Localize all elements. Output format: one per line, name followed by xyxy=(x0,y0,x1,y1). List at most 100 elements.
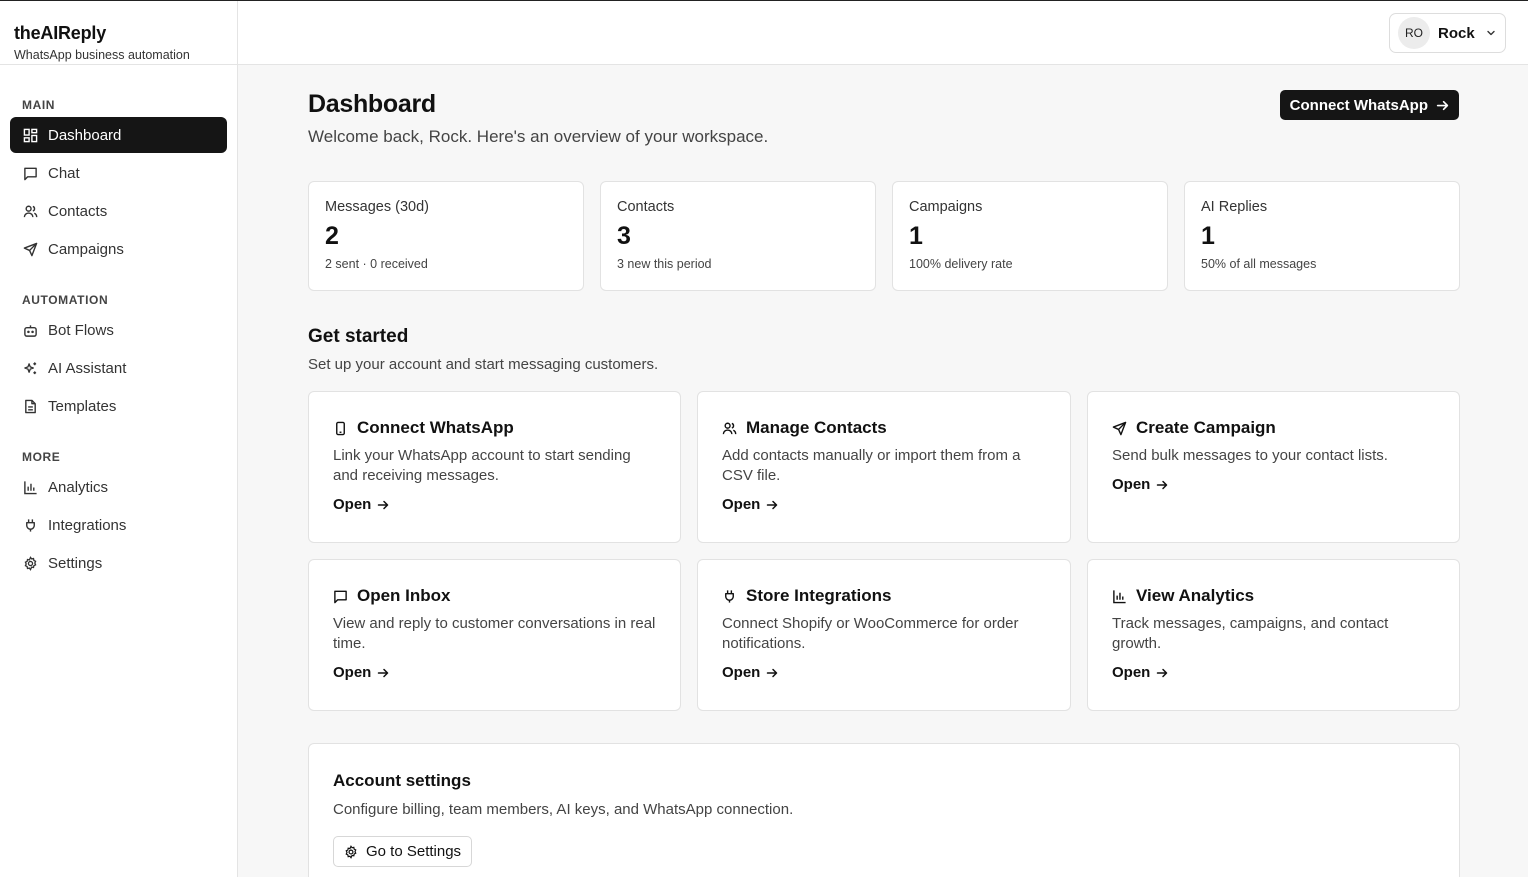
sidebar: theAIReply WhatsApp business automation … xyxy=(0,1,238,877)
sidebar-item-label: Chat xyxy=(48,164,80,182)
card-description: Connect Shopify or WooCommerce for order… xyxy=(722,615,1019,652)
open-link[interactable]: Open xyxy=(333,664,389,681)
card-create-campaign: Create Campaign Send bulk messages to yo… xyxy=(1087,391,1460,543)
section-label-more: MORE xyxy=(22,450,61,464)
card-store-integrations: Store Integrations Connect Shopify or Wo… xyxy=(697,559,1071,711)
sidebar-item-label: Bot Flows xyxy=(48,321,114,339)
phone-icon xyxy=(333,420,349,436)
plug-icon xyxy=(22,517,38,533)
avatar: RO xyxy=(1398,17,1430,49)
arrow-right-icon xyxy=(378,668,389,677)
stat-value: 3 xyxy=(617,222,631,250)
stat-note: 50% of all messages xyxy=(1201,257,1317,271)
stat-note: 2 sent · 0 received xyxy=(325,257,428,271)
sidebar-item-label: Analytics xyxy=(48,478,109,496)
section-label-main: MAIN xyxy=(22,98,56,112)
stat-card-ai-replies: AI Replies 1 50% of all messages xyxy=(1184,181,1460,291)
card-manage-contacts: Manage Contacts Add contacts manually or… xyxy=(697,391,1071,543)
sidebar-item-templates[interactable]: Templates xyxy=(10,388,227,424)
stats-row: Messages (30d) 2 2 sent · 0 received Con… xyxy=(308,181,1460,291)
open-link[interactable]: Open xyxy=(722,496,778,513)
open-link[interactable]: Open xyxy=(1112,476,1168,493)
stat-value: 1 xyxy=(909,222,923,250)
sidebar-item-chat[interactable]: Chat xyxy=(10,155,227,191)
account-settings-card: Account settings Configure billing, team… xyxy=(308,743,1460,877)
stat-label: AI Replies xyxy=(1201,199,1268,215)
open-link-label: Open xyxy=(1112,476,1151,493)
sidebar-item-ai-assistant[interactable]: AI Assistant xyxy=(10,350,227,386)
card-open-inbox: Open Inbox View and reply to customer co… xyxy=(308,559,681,711)
go-to-settings-button[interactable]: Go to Settings xyxy=(333,836,473,867)
open-link[interactable]: Open xyxy=(333,496,389,513)
open-link[interactable]: Open xyxy=(722,664,778,681)
arrow-right-icon xyxy=(1157,480,1168,489)
bot-icon xyxy=(22,322,38,338)
sidebar-item-label: Integrations xyxy=(48,516,127,534)
chevron-down-icon xyxy=(1486,30,1495,36)
sidebar-item-integrations[interactable]: Integrations xyxy=(10,507,227,543)
user-menu-button[interactable]: RO Rock xyxy=(1389,13,1506,53)
bar-chart-icon xyxy=(1112,588,1128,604)
plug-icon xyxy=(722,588,738,604)
connect-whatsapp-label: Connect WhatsApp xyxy=(1289,96,1428,114)
arrow-right-icon xyxy=(1157,668,1168,677)
send-icon xyxy=(22,241,38,257)
stat-label: Messages (30d) xyxy=(325,199,429,215)
card-title: Store Integrations xyxy=(746,586,892,605)
grid-icon xyxy=(22,127,38,143)
sidebar-nav: MAIN Dashboard Chat Contacts Campaigns A… xyxy=(0,98,237,581)
user-name: Rock xyxy=(1438,24,1475,42)
sidebar-item-analytics[interactable]: Analytics xyxy=(10,469,227,505)
arrow-right-icon xyxy=(1436,100,1449,110)
card-view-analytics: View Analytics Track messages, campaigns… xyxy=(1087,559,1460,711)
sidebar-item-dashboard[interactable]: Dashboard xyxy=(10,117,227,153)
sidebar-item-label: Dashboard xyxy=(48,126,122,144)
sidebar-item-contacts[interactable]: Contacts xyxy=(10,193,227,229)
stat-note: 3 new this period xyxy=(617,257,712,271)
gear-icon xyxy=(22,555,38,571)
sidebar-item-label: Campaigns xyxy=(48,240,124,258)
open-link[interactable]: Open xyxy=(1112,664,1168,681)
sidebar-item-bot-flows[interactable]: Bot Flows xyxy=(10,312,227,348)
open-link-label: Open xyxy=(1112,664,1151,681)
page-subtitle: Welcome back, Rock. Here's an overview o… xyxy=(308,127,769,146)
brand-tagline: WhatsApp business automation xyxy=(14,48,190,62)
sidebar-item-label: AI Assistant xyxy=(48,359,127,377)
account-settings-title: Account settings xyxy=(333,771,471,790)
stat-label: Contacts xyxy=(617,199,675,215)
open-link-label: Open xyxy=(333,664,372,681)
brand: theAIReply WhatsApp business automation xyxy=(0,1,237,65)
chat-icon xyxy=(22,165,38,181)
sidebar-item-settings[interactable]: Settings xyxy=(10,545,227,581)
sparkles-icon xyxy=(22,360,38,376)
card-connect-whatsapp: Connect WhatsApp Link your WhatsApp acco… xyxy=(308,391,681,543)
sidebar-item-label: Templates xyxy=(48,397,117,415)
file-icon xyxy=(22,398,38,414)
stat-card-contacts: Contacts 3 3 new this period xyxy=(600,181,876,291)
users-icon xyxy=(22,203,38,219)
stat-card-messages: Messages (30d) 2 2 sent · 0 received xyxy=(308,181,584,291)
account-settings-subtitle: Configure billing, team members, AI keys… xyxy=(333,801,794,818)
get-started-subtitle: Set up your account and start messaging … xyxy=(308,356,659,373)
send-icon xyxy=(1112,420,1128,436)
arrow-right-icon xyxy=(378,500,389,509)
card-title: Create Campaign xyxy=(1136,418,1276,437)
stat-note: 100% delivery rate xyxy=(909,257,1013,271)
section-label-automation: AUTOMATION xyxy=(22,293,109,307)
stat-card-campaigns: Campaigns 1 100% delivery rate xyxy=(892,181,1168,291)
brand-name: theAIReply xyxy=(14,23,107,43)
open-link-label: Open xyxy=(333,496,372,513)
stat-label: Campaigns xyxy=(909,199,983,215)
arrow-right-icon xyxy=(767,668,778,677)
open-link-label: Open xyxy=(722,664,761,681)
sidebar-item-campaigns[interactable]: Campaigns xyxy=(10,231,227,267)
connect-whatsapp-button[interactable]: Connect WhatsApp xyxy=(1279,90,1459,120)
card-title: Connect WhatsApp xyxy=(357,418,514,437)
card-description: Track messages, campaigns, and contact g… xyxy=(1112,615,1389,652)
card-title: Open Inbox xyxy=(357,586,451,605)
go-to-settings-label: Go to Settings xyxy=(366,843,462,860)
stat-value: 1 xyxy=(1201,222,1215,250)
bar-chart-icon xyxy=(22,479,38,495)
arrow-right-icon xyxy=(767,500,778,509)
get-started-title: Get started xyxy=(308,326,409,347)
